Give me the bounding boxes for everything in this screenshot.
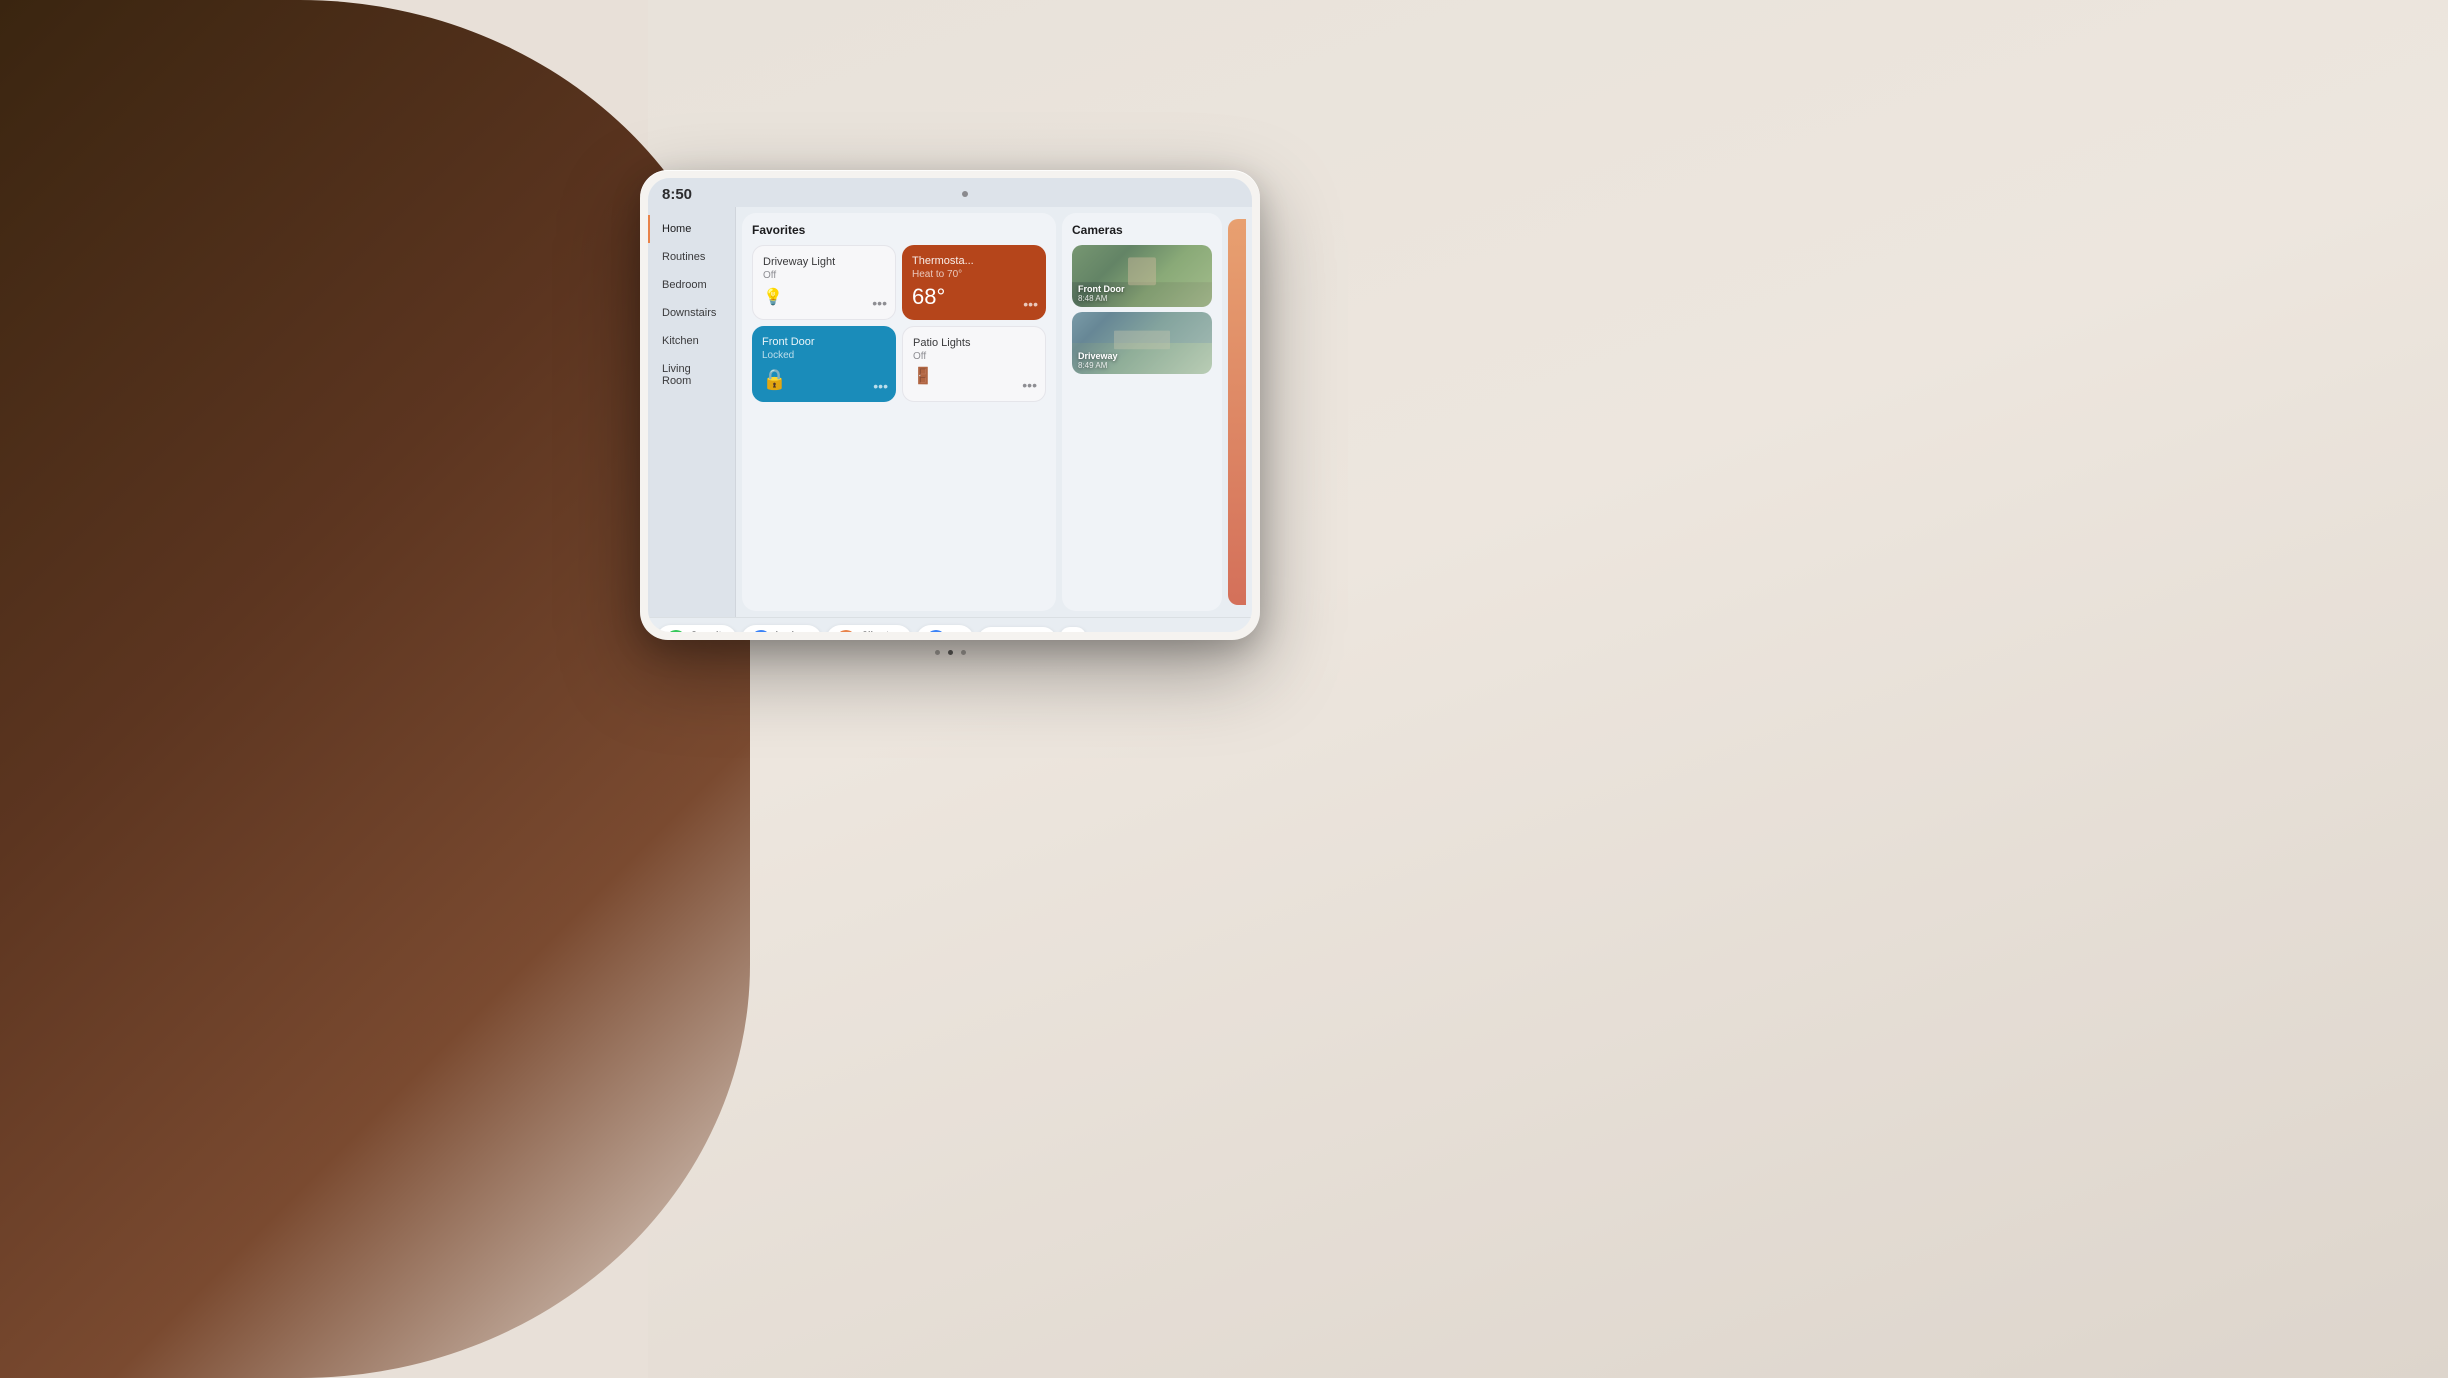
lights-icon: 💡 — [926, 630, 946, 633]
bottom-bar: 🛡 Security Disarmed 🔒 Locks All Locked 6… — [648, 617, 1252, 632]
sidebar-item-kitchen[interactable]: Kitchen — [648, 327, 735, 355]
panels-area: Favorites Driveway Light Off 💡 ••• — [736, 207, 1252, 617]
security-pill[interactable]: 🛡 Security Disarmed — [656, 625, 737, 633]
driveway-light-title: Driveway Light — [763, 256, 885, 269]
lock-icon: 🔒 — [762, 367, 886, 392]
driveway-light-more-button[interactable]: ••• — [872, 295, 887, 311]
front-door-camera-feed[interactable]: Front Door 8:48 AM — [1072, 245, 1212, 307]
thermostat-more-button[interactable]: ••• — [1023, 296, 1038, 312]
front-door-title: Front Door — [762, 336, 886, 349]
device-screen: 8:50 Home Routines Bedroom Downstairs — [648, 178, 1252, 632]
cameras-bottom-icon: 📷 — [988, 632, 1004, 633]
partial-right-panel — [1228, 219, 1246, 605]
patio-lights-title: Patio Lights — [913, 337, 1035, 350]
lock-status-icon: 🔒 — [751, 630, 771, 633]
page-dot-3 — [961, 650, 966, 655]
status-time: 8:50 — [662, 186, 692, 203]
climate-pill[interactable]: 68° Climate Heat to 70° — [826, 625, 911, 633]
smart-display-device: 8:50 Home Routines Bedroom Downstairs — [640, 170, 1260, 640]
front-door-camera-label: Front Door 8:48 AM — [1078, 284, 1125, 303]
cameras-pill[interactable]: 📷 Cameras — [978, 627, 1056, 633]
status-bar: 8:50 — [648, 178, 1252, 207]
sidebar-item-routines[interactable]: Routines — [648, 243, 735, 271]
sidebar: Home Routines Bedroom Downstairs Kitchen… — [648, 207, 736, 617]
climate-icon: 68° — [836, 630, 856, 633]
patio-lights-subtitle: Off — [913, 351, 1035, 362]
security-text: Security Disarmed — [691, 630, 727, 632]
patio-lights-tile[interactable]: Patio Lights Off 🚪 ••• — [902, 326, 1046, 402]
camera-indicator — [962, 191, 968, 197]
thermostat-title: Thermosta... — [912, 255, 1036, 268]
cameras-panel: Cameras — [1062, 213, 1222, 611]
page-indicators — [640, 650, 1260, 655]
sidebar-item-living-room[interactable]: Living Room — [648, 355, 735, 395]
driveway-light-tile[interactable]: Driveway Light Off 💡 ••• — [752, 245, 896, 320]
thermostat-subtitle: Heat to 70° — [912, 269, 1036, 280]
favorites-tiles-grid: Driveway Light Off 💡 ••• Thermosta... He… — [752, 245, 1046, 402]
locks-pill[interactable]: 🔒 Locks All Locked — [741, 625, 823, 633]
page-dot-1 — [935, 650, 940, 655]
security-icon: 🛡 — [666, 630, 686, 633]
driveway-camera-feed[interactable]: Driveway 8:49 AM — [1072, 312, 1212, 374]
door-icon: 🚪 — [913, 366, 1035, 386]
patio-more-button[interactable]: ••• — [1022, 377, 1037, 393]
thermostat-value: 68° — [912, 284, 1036, 310]
sidebar-item-home[interactable]: Home — [648, 215, 735, 243]
main-content: Home Routines Bedroom Downstairs Kitchen… — [648, 207, 1252, 617]
climate-text: Climate Heat to 70° — [861, 630, 901, 632]
favorites-panel: Favorites Driveway Light Off 💡 ••• — [742, 213, 1056, 611]
grid-button[interactable]: ⊞ — [1060, 627, 1086, 633]
page-dot-2 — [948, 650, 953, 655]
person-silhouette — [0, 0, 750, 1378]
front-door-tile[interactable]: Front Door Locked 🔒 ••• — [752, 326, 896, 402]
bulb-icon: 💡 — [763, 287, 885, 307]
front-door-subtitle: Locked — [762, 350, 886, 361]
thermostat-tile[interactable]: Thermosta... Heat to 70° 68° ••• — [902, 245, 1046, 320]
locks-text: Locks All Locked — [776, 630, 813, 632]
sidebar-item-bedroom[interactable]: Bedroom — [648, 271, 735, 299]
favorites-title: Favorites — [752, 223, 1046, 237]
camera-feeds: Front Door 8:48 AM — [1072, 245, 1212, 374]
cameras-title: Cameras — [1072, 223, 1212, 237]
front-door-more-button[interactable]: ••• — [873, 378, 888, 394]
driveway-camera-label: Driveway 8:49 AM — [1078, 351, 1118, 370]
lights-pill[interactable]: 💡 L... — [916, 625, 974, 633]
panels-row: Favorites Driveway Light Off 💡 ••• — [736, 207, 1252, 617]
sidebar-item-downstairs[interactable]: Downstairs — [648, 299, 735, 327]
driveway-light-subtitle: Off — [763, 270, 885, 281]
